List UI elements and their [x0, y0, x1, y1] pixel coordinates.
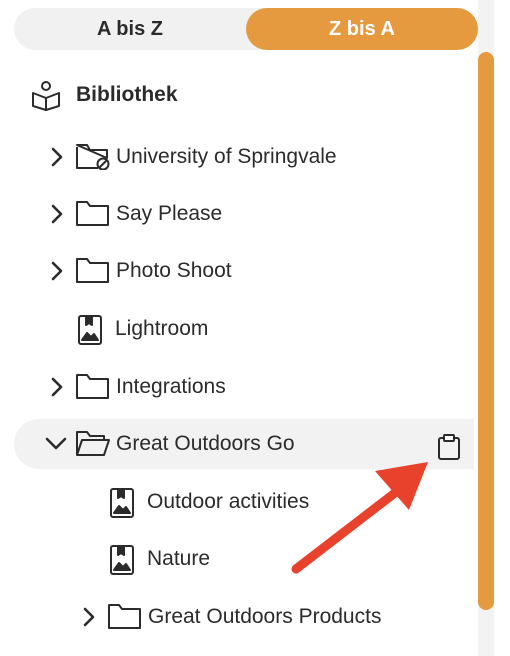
folder-open-icon	[76, 431, 110, 457]
tree-root-label: Bibliothek	[76, 83, 178, 106]
chevron-right-icon[interactable]	[50, 261, 64, 281]
chevron-right-icon[interactable]	[50, 147, 64, 167]
tree-item-label: Say Please	[116, 202, 223, 225]
tree-item-label: Great Outdoors Products	[148, 605, 382, 628]
tree-item-nature[interactable]: Nature	[14, 534, 474, 584]
sort-toggle: A bis Z Z bis A	[14, 8, 478, 50]
tree-item-integrations[interactable]: Integrations	[14, 362, 474, 412]
folder-icon	[76, 201, 110, 227]
library-book-icon	[30, 79, 62, 111]
tree-item-great-outdoors-go[interactable]: Great Outdoors Go	[14, 419, 474, 469]
collection-icon	[110, 488, 134, 518]
tree-item-label: Integrations	[116, 375, 226, 398]
chevron-right-icon[interactable]	[82, 607, 96, 627]
sort-z-to-a-button[interactable]: Z bis A	[246, 8, 478, 50]
tree-root-bibliothek[interactable]: Bibliothek	[14, 70, 474, 120]
folder-icon	[108, 604, 142, 630]
folder-icon	[76, 258, 110, 284]
collection-icon	[110, 545, 134, 575]
scrollbar-thumb[interactable]	[478, 52, 494, 610]
chevron-right-icon[interactable]	[50, 377, 64, 397]
tree-item-label: University of Springvale	[116, 145, 337, 168]
folder-restricted-icon	[76, 144, 110, 170]
chevron-right-icon[interactable]	[50, 204, 64, 224]
clipboard-icon[interactable]	[437, 434, 461, 460]
tree-item-lightroom[interactable]: Lightroom	[14, 304, 474, 354]
tree-item-say-please[interactable]: Say Please	[14, 189, 474, 239]
collection-icon	[78, 315, 102, 345]
folder-icon	[76, 374, 110, 400]
library-tree-panel: A bis Z Z bis A Bibliothek University of…	[0, 0, 510, 656]
tree-item-label: Nature	[147, 547, 211, 570]
tree-item-university-of-springvale[interactable]: University of Springvale	[14, 132, 474, 182]
tree-item-label: Great Outdoors Go	[116, 432, 295, 455]
tree-item-great-outdoors-products[interactable]: Great Outdoors Products	[14, 592, 474, 642]
tree-item-label: Photo Shoot	[116, 259, 232, 282]
sort-a-to-z-button[interactable]: A bis Z	[14, 8, 246, 50]
tree-item-photo-shoot[interactable]: Photo Shoot	[14, 246, 474, 296]
tree-item-label: Lightroom	[115, 317, 209, 340]
chevron-down-icon[interactable]	[45, 437, 67, 451]
tree-item-outdoor-activities[interactable]: Outdoor activities	[14, 477, 474, 527]
tree-item-label: Outdoor activities	[147, 490, 310, 513]
